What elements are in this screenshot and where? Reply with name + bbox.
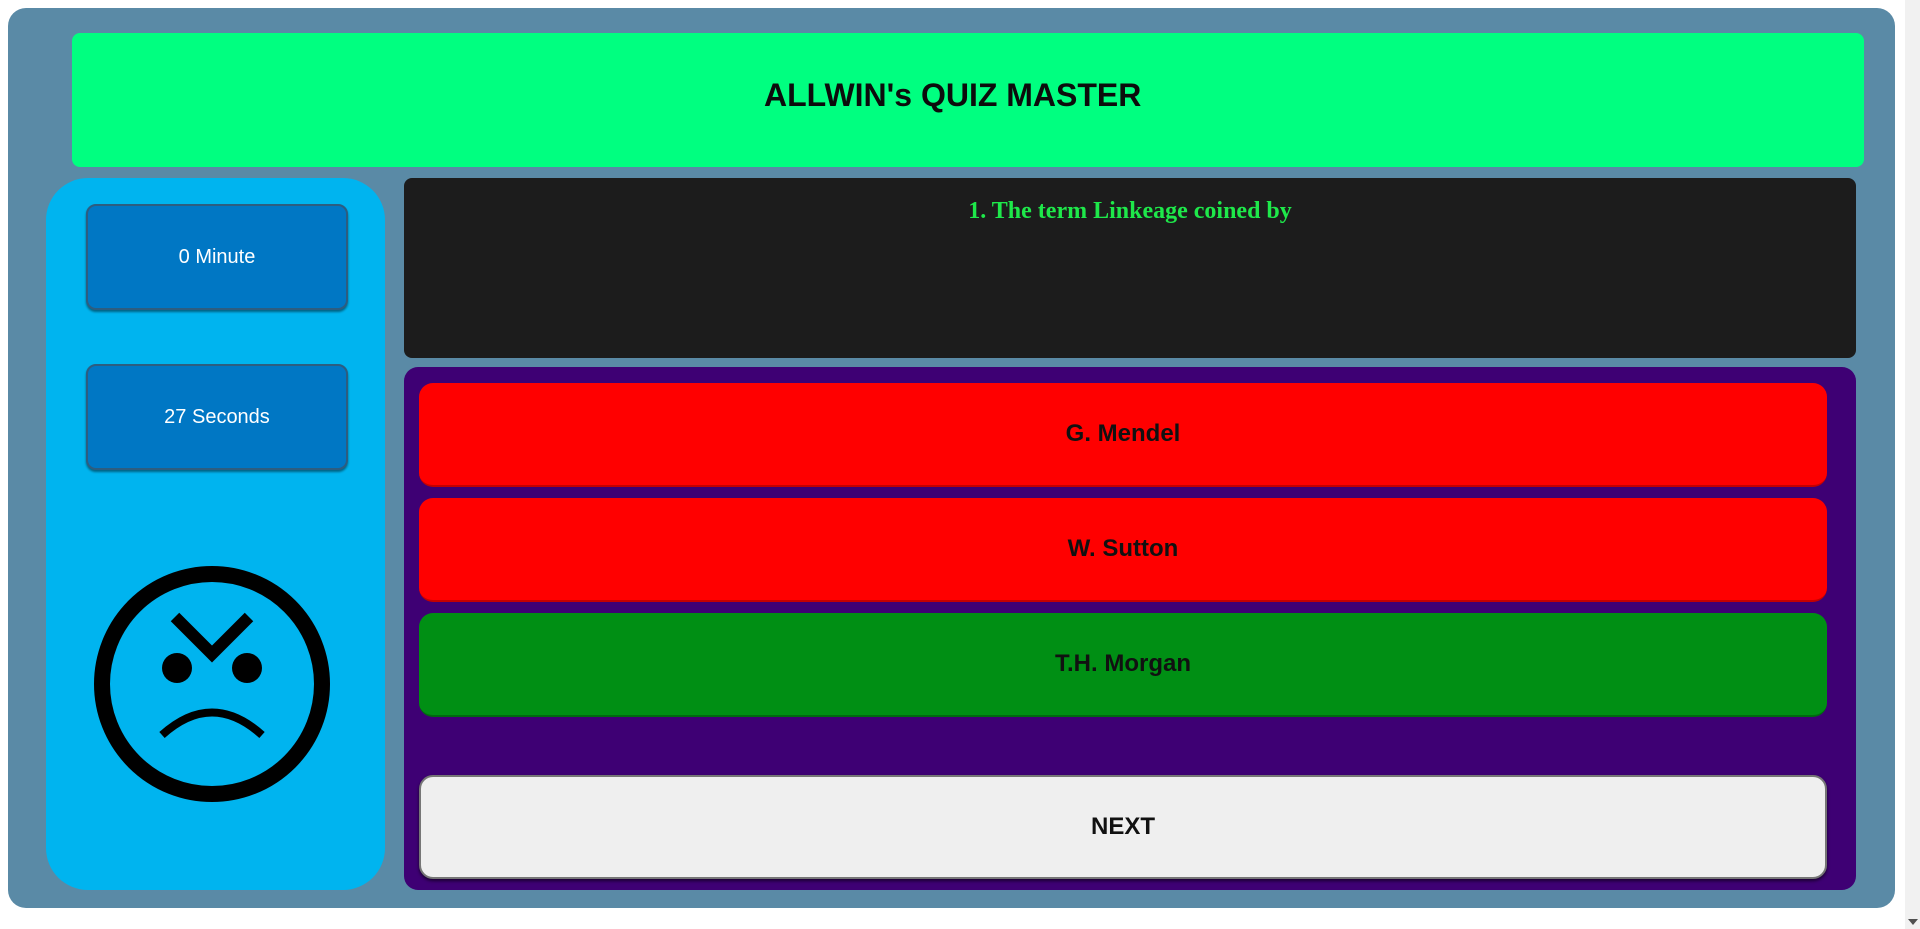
next-button[interactable]: NEXT [419, 775, 1827, 879]
timer-seconds: 27 Seconds [86, 364, 348, 470]
page-title: ALLWIN's QUIZ MASTER [764, 77, 1142, 113]
answers-panel: G. Mendel W. Sutton T.H. Morgan NEXT [404, 367, 1856, 890]
question-panel: 1. The term Linkeage coined by [404, 178, 1856, 358]
option-button[interactable]: W. Sutton [419, 498, 1827, 602]
question-text: 1. The term Linkeage coined by [968, 198, 1292, 224]
option-button[interactable]: T.H. Morgan [419, 613, 1827, 717]
vertical-scrollbar[interactable] [1905, 0, 1920, 929]
sad-face-icon [94, 566, 330, 802]
timer-minutes: 0 Minute [86, 204, 348, 310]
scroll-down-icon[interactable] [1908, 919, 1918, 925]
option-button[interactable]: G. Mendel [419, 383, 1827, 487]
header-banner: ALLWIN's QUIZ MASTER [72, 33, 1864, 167]
